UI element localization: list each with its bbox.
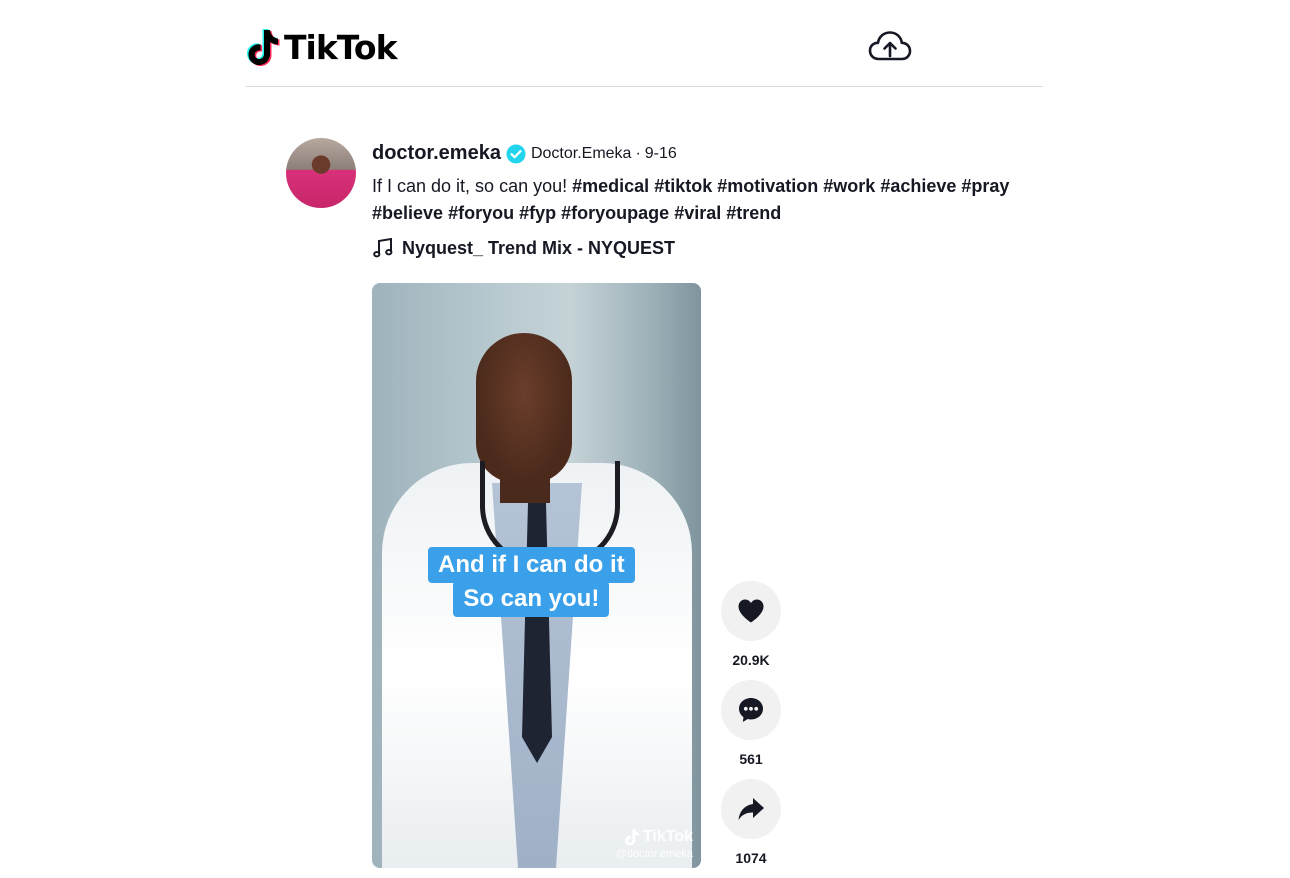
music-title: Nyquest_ Trend Mix - NYQUEST bbox=[402, 237, 676, 258]
cloud-upload-icon bbox=[868, 31, 912, 61]
hashtag-link[interactable]: #achieve bbox=[880, 176, 956, 196]
nickname: Doctor.Emeka bbox=[530, 144, 632, 162]
caption-text: If I can do it, so can you! bbox=[372, 176, 568, 196]
hashtag-link[interactable]: #believe bbox=[372, 203, 443, 223]
share-arrow-icon bbox=[738, 798, 764, 820]
watermark-handle: @doctor.emeka bbox=[615, 848, 693, 860]
hashtag-link[interactable]: #foryoupage bbox=[561, 203, 669, 223]
comment-button[interactable] bbox=[721, 680, 781, 740]
hashtag-link[interactable]: #trend bbox=[726, 203, 781, 223]
video-player[interactable]: And if I can do it So can you! TikTok @d… bbox=[372, 283, 701, 868]
comment-count: 561 bbox=[739, 751, 763, 767]
top-header: TikTok bbox=[246, 22, 1043, 87]
video-caption-line: And if I can do it bbox=[428, 547, 635, 583]
watermark-logo: TikTok bbox=[616, 828, 693, 846]
hashtag-link[interactable]: #medical bbox=[572, 176, 649, 196]
logo-text: TikTok bbox=[284, 27, 398, 67]
tiktok-note-icon bbox=[625, 829, 639, 846]
video-caption-line: So can you! bbox=[453, 581, 610, 617]
share-button[interactable] bbox=[721, 779, 781, 839]
post-author: doctor.emeka Doctor.Emeka · 9-16 bbox=[372, 142, 677, 165]
hashtag-link[interactable]: #tiktok bbox=[654, 176, 712, 196]
share-count: 1074 bbox=[735, 850, 767, 866]
hashtag-link[interactable]: #pray bbox=[961, 176, 1009, 196]
upload-button[interactable] bbox=[866, 28, 914, 66]
comment-icon bbox=[739, 698, 763, 722]
username-link[interactable]: doctor.emeka bbox=[372, 142, 501, 165]
video-caption-overlay: And if I can do it So can you! bbox=[428, 547, 635, 617]
hashtag-link[interactable]: #motivation bbox=[717, 176, 818, 196]
action-bar: 20.9K 561 1074 bbox=[720, 581, 782, 878]
hashtag-link[interactable]: #viral bbox=[674, 203, 721, 223]
hashtag-link[interactable]: #work bbox=[823, 176, 875, 196]
heart-icon bbox=[738, 599, 764, 623]
hashtag-link[interactable]: #fyp bbox=[519, 203, 556, 223]
tiktok-note-icon bbox=[247, 29, 280, 66]
post-caption: If I can do it, so can you! #medical #ti… bbox=[372, 173, 1022, 227]
music-link[interactable]: Nyquest_ Trend Mix - NYQUEST bbox=[372, 237, 675, 259]
post-date: 9-16 bbox=[644, 144, 677, 162]
separator-dot: · bbox=[635, 144, 641, 162]
page: TikTok doctor.emeka Doctor.Emeka · 9-16 … bbox=[0, 0, 1290, 878]
video-watermark: TikTok @doctor.emeka bbox=[616, 828, 693, 860]
watermark-logo-text: TikTok bbox=[642, 828, 693, 845]
hashtag-link[interactable]: #foryou bbox=[448, 203, 514, 223]
tiktok-logo[interactable]: TikTok bbox=[246, 27, 398, 67]
like-button[interactable] bbox=[721, 581, 781, 641]
verified-badge-icon bbox=[506, 144, 526, 164]
music-note-icon bbox=[373, 237, 393, 258]
like-count: 20.9K bbox=[732, 652, 770, 668]
avatar[interactable] bbox=[286, 138, 356, 208]
